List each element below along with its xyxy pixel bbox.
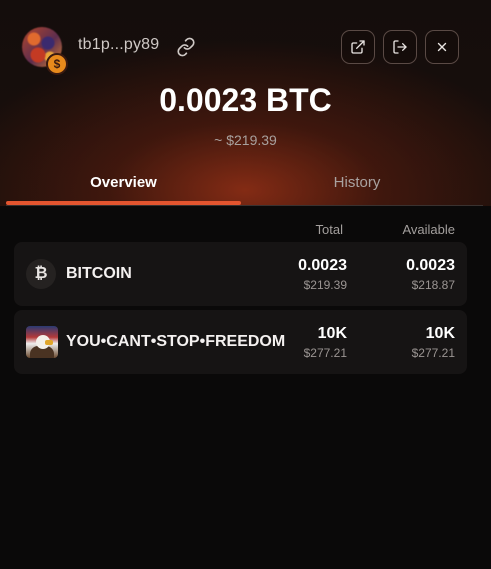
available-usd: $277.21: [411, 346, 455, 360]
logout-button[interactable]: [383, 30, 417, 64]
tab-overview[interactable]: Overview: [6, 174, 241, 191]
open-external-button[interactable]: [341, 30, 375, 64]
asset-name: YOU•CANT•STOP•FREEDOM: [66, 333, 286, 350]
available-amount: 10K: [425, 325, 455, 342]
asset-row-rune[interactable]: YOU•CANT•STOP•FREEDOM 10K $277.21 10K $2…: [14, 310, 467, 374]
total-usd: $277.21: [303, 346, 347, 360]
column-header-available: Available: [402, 222, 455, 237]
tab-history[interactable]: History: [241, 174, 473, 191]
available-value: 0.0023 $218.87: [406, 257, 455, 292]
total-amount: 0.0023: [298, 257, 347, 274]
available-value: 10K $277.21: [412, 325, 455, 360]
eagle-beak: [45, 340, 53, 345]
logout-icon: [393, 40, 407, 54]
usd-balance: ~ $219.39: [214, 132, 277, 148]
asset-row-bitcoin[interactable]: ₿ BITCOIN 0.0023 $219.39 0.0023 $218.87: [14, 242, 467, 306]
close-button[interactable]: [425, 30, 459, 64]
close-icon: [437, 42, 447, 52]
btc-balance: 0.0023 BTC: [159, 82, 332, 118]
column-header-total: Total: [315, 222, 343, 237]
bitcoin-icon: ₿: [26, 259, 56, 289]
total-amount: 10K: [317, 325, 347, 342]
rune-eagle-icon: [26, 326, 58, 358]
total-usd: $219.39: [303, 278, 347, 292]
available-usd: $218.87: [411, 278, 455, 292]
tab-divider: [6, 205, 483, 206]
total-value: 0.0023 $219.39: [298, 257, 347, 292]
wallet-address: tb1p...py89: [78, 36, 160, 53]
asset-name: BITCOIN: [66, 265, 132, 282]
wallet-header: $ tb1p...py89 0.0023 BTC ~ $219.39 Overv…: [0, 0, 491, 206]
avatar-badge: $: [46, 53, 68, 75]
copy-link-icon[interactable]: [176, 37, 196, 57]
external-link-icon: [351, 40, 365, 54]
available-amount: 0.0023: [406, 257, 455, 274]
total-value: 10K $277.21: [304, 325, 347, 360]
